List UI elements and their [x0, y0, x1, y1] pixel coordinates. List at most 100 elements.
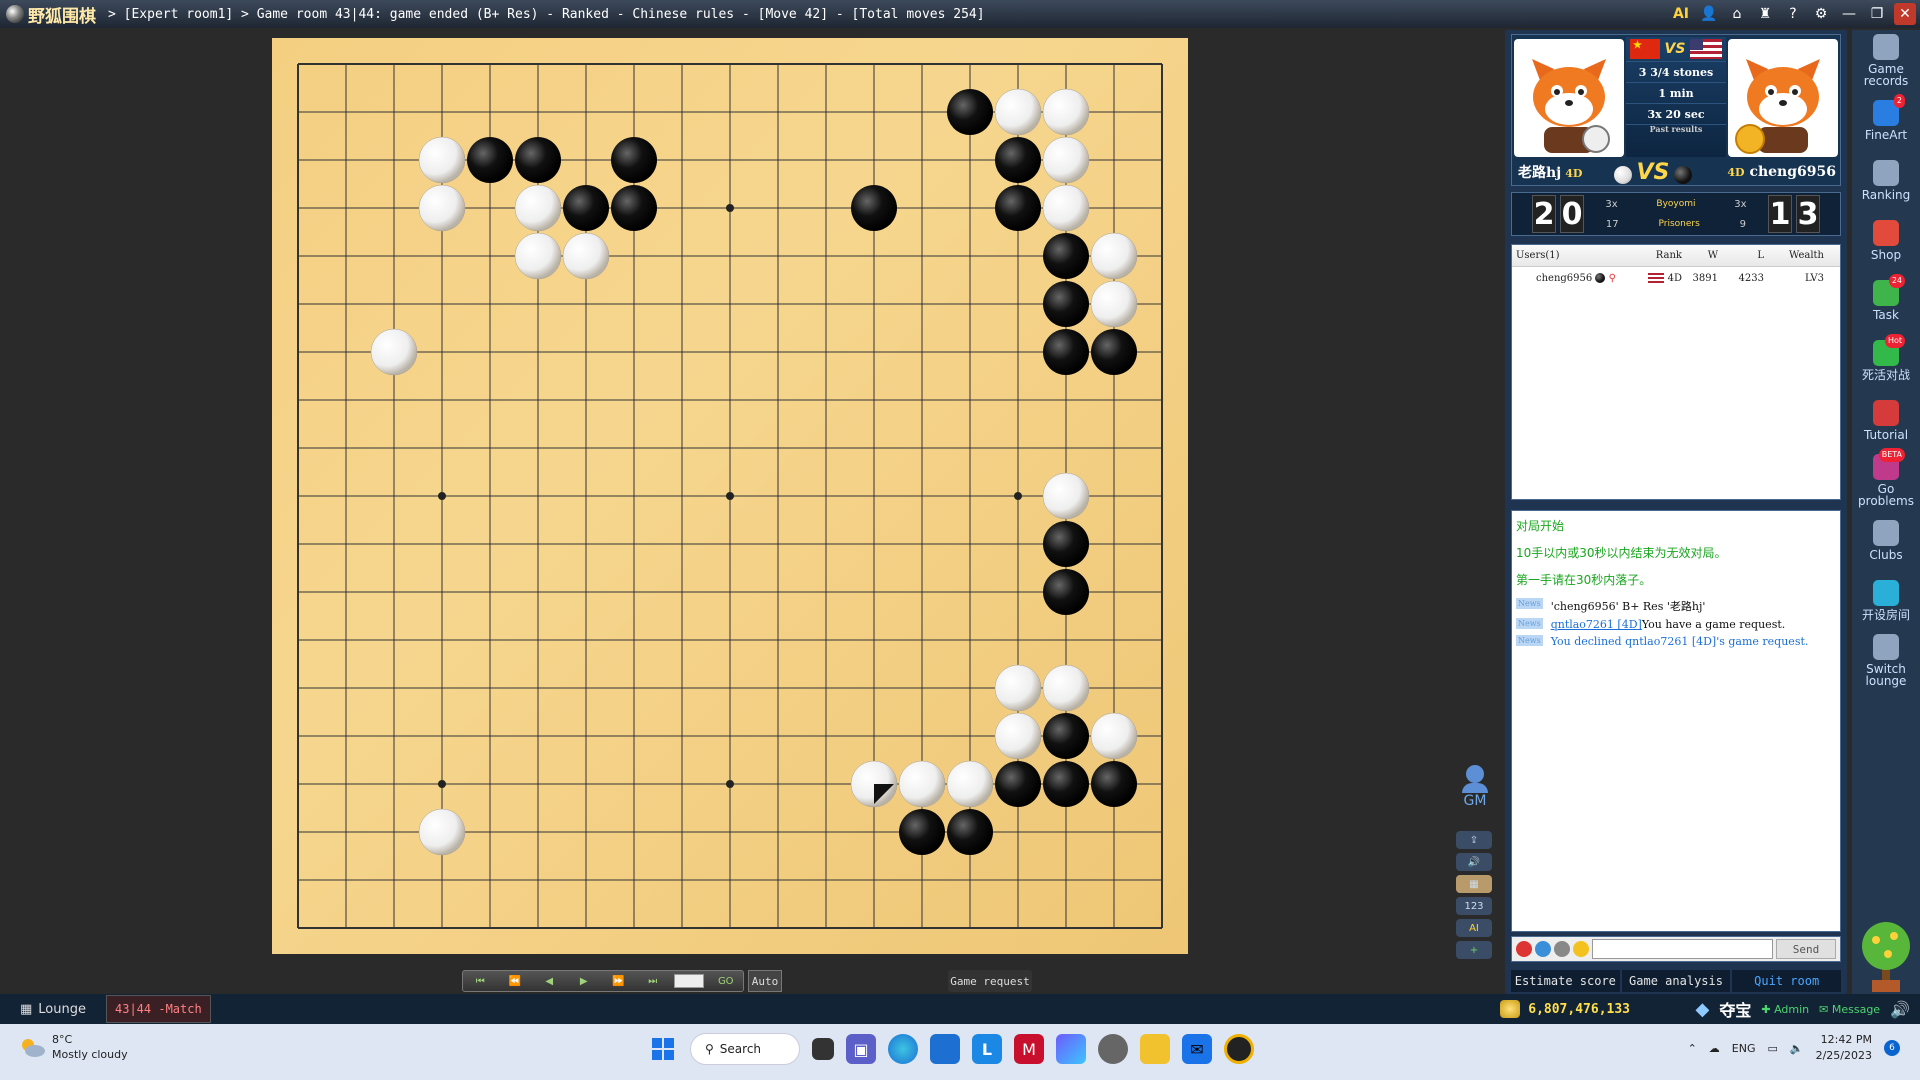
folder-icon[interactable]: [1140, 1034, 1170, 1064]
admin-link[interactable]: ✚ Admin: [1761, 1003, 1809, 1016]
clock[interactable]: 12:42 PM 2/25/2023: [1816, 1032, 1872, 1064]
white-stone: [1042, 472, 1090, 520]
add-tool-button[interactable]: +: [1456, 941, 1492, 959]
windows-start-icon[interactable]: [648, 1034, 678, 1064]
black-player-avatar[interactable]: [1728, 39, 1838, 157]
restore-icon[interactable]: ❐: [1866, 3, 1888, 25]
back-button[interactable]: ◀: [536, 976, 562, 987]
sidebar-item-1[interactable]: 2 FineArt: [1852, 90, 1920, 150]
gm-button[interactable]: GM: [1456, 765, 1494, 809]
black-stone-icon: [1674, 165, 1693, 184]
tab-lounge[interactable]: ▦ Lounge: [0, 994, 106, 1024]
teams-icon[interactable]: ▣: [846, 1034, 876, 1064]
sidebar-item-5[interactable]: Hot 死活对战: [1852, 330, 1920, 390]
auto-button[interactable]: Auto: [748, 970, 782, 992]
money-tree-icon[interactable]: [1852, 910, 1920, 994]
speaker-icon[interactable]: 🔈: [1790, 1042, 1804, 1055]
volume-icon[interactable]: 🔊: [1890, 1000, 1910, 1019]
diamond-icon[interactable]: ◆: [1696, 999, 1710, 1020]
shield-icon[interactable]: M: [1014, 1034, 1044, 1064]
fast-back-button[interactable]: ⏪: [502, 976, 528, 987]
foxgo-icon[interactable]: [1224, 1034, 1254, 1064]
game-analysis-button[interactable]: Game analysis: [1621, 970, 1731, 992]
store-icon[interactable]: [930, 1034, 960, 1064]
taskbar-search[interactable]: ⚲ Search: [690, 1033, 800, 1065]
weather-widget[interactable]: 8°C Mostly cloudy: [18, 1032, 128, 1062]
copilot-icon[interactable]: [1056, 1034, 1086, 1064]
go-board[interactable]: [272, 38, 1188, 954]
globe-icon[interactable]: [1535, 941, 1551, 957]
sidebar-item-9[interactable]: 开设房间: [1852, 570, 1920, 630]
table-row[interactable]: cheng6956 ⚲ 4D 3891 4233 LV3: [1512, 267, 1840, 289]
monitor-icon[interactable]: ▭: [1767, 1042, 1777, 1055]
fox-avatar-icon: [1735, 59, 1820, 154]
emoji-icon[interactable]: [1573, 941, 1589, 957]
status-bar: ▦ Lounge 43|44 -Match 6,807,476,133 ◆ 夺宝 …: [0, 994, 1920, 1024]
sidebar-icon: [1873, 219, 1899, 246]
cloud-icon[interactable]: ☁: [1709, 1042, 1720, 1055]
chat-input[interactable]: [1592, 939, 1773, 959]
fast-forward-button[interactable]: ⏩: [605, 976, 631, 987]
game-request-button[interactable]: Game request: [948, 970, 1032, 992]
sidebar-item-0[interactable]: Game records: [1852, 30, 1920, 90]
l-app-icon[interactable]: L: [972, 1034, 1002, 1064]
white-player-name[interactable]: 老路hj: [1518, 165, 1561, 181]
sidebar-icon: [1873, 519, 1899, 546]
help-icon[interactable]: ?: [1782, 3, 1804, 25]
task-view-icon[interactable]: [812, 1038, 834, 1060]
user-icon[interactable]: 👤: [1698, 3, 1720, 25]
globe-icon[interactable]: [1098, 1034, 1128, 1064]
estimate-score-button[interactable]: Estimate score: [1511, 970, 1620, 992]
go-button[interactable]: GO: [713, 976, 739, 987]
sidebar-item-3[interactable]: Shop: [1852, 210, 1920, 270]
sidebar-label: Tutorial: [1863, 427, 1909, 442]
share-icon[interactable]: ⇪: [1456, 831, 1492, 849]
white-stone: [418, 136, 466, 184]
edge-icon[interactable]: [888, 1034, 918, 1064]
white-stone: [418, 184, 466, 232]
notification-badge[interactable]: 6: [1884, 1040, 1900, 1056]
sidebar-item-6[interactable]: Tutorial: [1852, 390, 1920, 450]
board-canvas[interactable]: [272, 38, 1188, 954]
ai-button[interactable]: AI: [1670, 3, 1692, 25]
tab-match[interactable]: 43|44 -Match: [106, 995, 211, 1023]
record-icon[interactable]: [1516, 941, 1532, 957]
system-tray: ⌃ ☁ ENG ▭ 🔈 12:42 PM 2/25/2023 6: [1688, 1032, 1900, 1064]
home-icon[interactable]: ⌂: [1726, 3, 1748, 25]
gear-icon[interactable]: ⚙: [1810, 3, 1832, 25]
treasure-button[interactable]: 夺宝: [1719, 997, 1751, 1021]
sidebar-item-8[interactable]: Clubs: [1852, 510, 1920, 570]
cloud-sun-icon: [18, 1036, 46, 1058]
sidebar-item-2[interactable]: Ranking: [1852, 150, 1920, 210]
sidebar-item-4[interactable]: 24 Task: [1852, 270, 1920, 330]
speech-icon[interactable]: [1554, 941, 1570, 957]
quit-room-button[interactable]: Quit room: [1732, 970, 1842, 992]
chevron-up-icon[interactable]: ⌃: [1688, 1042, 1697, 1055]
black-player-name[interactable]: cheng6956: [1749, 164, 1836, 180]
white-stone: [946, 760, 994, 808]
badge: BETA: [1878, 447, 1905, 462]
first-move-button[interactable]: ⏮: [467, 976, 493, 987]
sidebar-item-7[interactable]: BETA Go problems: [1852, 447, 1920, 510]
mail-icon[interactable]: ✉: [1182, 1034, 1212, 1064]
news-tag: News: [1516, 598, 1543, 609]
minimize-icon[interactable]: —: [1838, 3, 1860, 25]
sidebar-item-10[interactable]: Switch lounge: [1852, 630, 1920, 690]
forward-button[interactable]: ▶: [571, 976, 597, 987]
board-style-icon[interactable]: ▦: [1456, 875, 1492, 893]
ai-tool-button[interactable]: AI: [1456, 919, 1492, 937]
black-stone: [467, 137, 513, 183]
close-icon[interactable]: ✕: [1894, 3, 1916, 25]
language-indicator[interactable]: ENG: [1732, 1042, 1756, 1055]
sidebar-label: Game records: [1863, 61, 1909, 88]
past-results-link[interactable]: Past results: [1626, 124, 1726, 142]
shirt-icon[interactable]: ♜: [1754, 3, 1776, 25]
user-link[interactable]: qntlao7261 [4D]: [1551, 618, 1642, 631]
move-numbers-button[interactable]: 123: [1456, 897, 1492, 915]
white-player-avatar[interactable]: [1514, 39, 1624, 157]
message-link[interactable]: ✉ Message: [1819, 1003, 1880, 1016]
last-move-button[interactable]: ⏭: [640, 976, 666, 987]
send-button[interactable]: Send: [1776, 939, 1836, 959]
move-number-input[interactable]: [674, 974, 705, 988]
sound-icon[interactable]: 🔊: [1456, 853, 1492, 871]
